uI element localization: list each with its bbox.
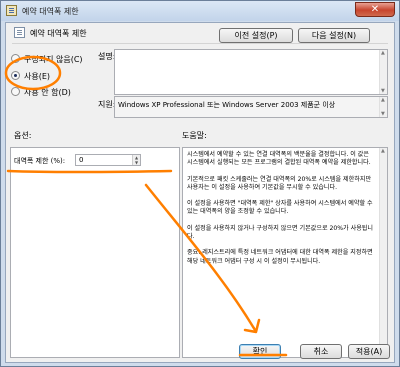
- title-bar[interactable]: 예약 대역폭 제한 ✕: [1, 1, 399, 21]
- radio-disabled-label[interactable]: 사용 안 함(D): [24, 87, 71, 98]
- close-button[interactable]: ✕: [355, 2, 395, 17]
- supported-scrollbar[interactable]: [379, 97, 387, 117]
- supported-value: Windows XP Professional 또는 Windows Serve…: [118, 101, 336, 109]
- next-setting-button[interactable]: 다음 설정(N): [298, 28, 370, 43]
- dialog-client-area: 예약 대역폭 제한 이전 설정(P) 다음 설정(N) 구성되지 않음(C) 사…: [5, 22, 395, 363]
- supported-label: 지원:: [98, 100, 116, 109]
- setting-name: 예약 대역폭 제한: [30, 29, 87, 38]
- bandwidth-limit-value: 0: [79, 156, 84, 164]
- apply-button[interactable]: 적용(A): [348, 344, 390, 359]
- cancel-button[interactable]: 취소: [300, 344, 342, 359]
- comment-textbox[interactable]: [114, 49, 388, 95]
- setting-icon: [14, 27, 25, 38]
- bandwidth-spinner[interactable]: ▲ ▼: [132, 155, 140, 165]
- policy-icon: [6, 5, 17, 16]
- help-scrollbar[interactable]: [379, 148, 387, 357]
- radio-enabled-label[interactable]: 사용(E): [24, 71, 50, 82]
- previous-setting-button[interactable]: 이전 설정(P): [219, 28, 293, 43]
- supported-box: Windows XP Professional 또는 Windows Serve…: [114, 96, 388, 118]
- ok-button[interactable]: 확인: [239, 344, 281, 359]
- bandwidth-limit-label: 대역폭 제한 (%):: [14, 157, 66, 165]
- radio-not-configured[interactable]: [11, 54, 20, 63]
- radio-disabled[interactable]: [11, 87, 20, 96]
- comment-scrollbar[interactable]: [379, 50, 387, 94]
- comment-label: 설명:: [98, 52, 116, 61]
- radio-not-configured-label[interactable]: 구성되지 않음(C): [24, 54, 83, 65]
- bandwidth-limit-input[interactable]: 0 ▲ ▼: [75, 154, 141, 166]
- options-label: 옵션:: [14, 131, 32, 140]
- window-title: 예약 대역폭 제한: [22, 7, 79, 16]
- header-divider: [12, 43, 388, 44]
- options-panel: 대역폭 제한 (%): 0 ▲ ▼: [10, 147, 180, 358]
- help-panel: 시스템에서 예약할 수 있는 연결 대역폭의 백분율을 결정합니다. 이 값은 …: [182, 147, 388, 358]
- policy-window: 예약 대역폭 제한 ✕ 예약 대역폭 제한 이전 설정(P) 다음 설정(N) …: [0, 0, 400, 367]
- radio-enabled[interactable]: [11, 71, 20, 80]
- help-text: 시스템에서 예약할 수 있는 연결 대역폭의 백분율을 결정합니다. 이 값은 …: [187, 151, 374, 265]
- help-label: 도움말:: [182, 131, 207, 140]
